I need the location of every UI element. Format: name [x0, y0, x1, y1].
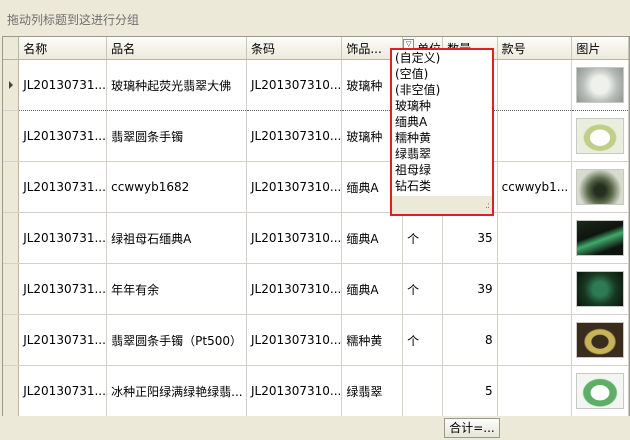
- cell-product[interactable]: 绿祖母石缅典A: [106, 212, 247, 264]
- row-indicator[interactable]: [3, 365, 20, 417]
- cell-image[interactable]: [571, 161, 629, 213]
- cell-unit[interactable]: [402, 365, 444, 417]
- cell-model[interactable]: [497, 59, 573, 111]
- resize-grip-icon[interactable]: .:: [485, 201, 490, 211]
- table-row[interactable]: JL20130731... ccwwyb1682 JL201307310... …: [3, 161, 629, 213]
- cell-model[interactable]: [497, 110, 573, 162]
- grid-table: 名称 品名 条码 饰品... ▽ 单位 数量 款号 图片 JL20130731.…: [3, 37, 629, 417]
- product-thumbnail: [576, 220, 625, 256]
- table-row[interactable]: JL20130731... 年年有余 JL201307310... 缅典A 个 …: [3, 263, 629, 315]
- cell-name[interactable]: JL20130731...: [18, 59, 108, 111]
- cell-image[interactable]: [571, 263, 629, 315]
- cell-name[interactable]: JL20130731...: [18, 314, 108, 366]
- table-row[interactable]: JL20130731... 翡翠圆条手镯（Pt500） JL201307310.…: [3, 314, 629, 366]
- group-by-hint: 拖动列标题到这进行分组: [7, 13, 140, 27]
- table-row[interactable]: JL20130731... 玻璃种起荧光翡翠大佛 JL201307310... …: [3, 59, 629, 111]
- cell-barcode[interactable]: JL201307310...: [246, 365, 343, 417]
- product-thumbnail: [576, 67, 625, 103]
- cell-image[interactable]: [571, 365, 629, 417]
- row-indicator[interactable]: [3, 110, 20, 162]
- cell-barcode[interactable]: JL201307310...: [246, 110, 343, 162]
- filter-option-nonblanks[interactable]: (非空值): [392, 82, 492, 98]
- cell-name[interactable]: JL20130731...: [18, 110, 108, 162]
- cell-type[interactable]: 糯种黄: [341, 314, 404, 366]
- cell-product[interactable]: 年年有余: [106, 263, 247, 315]
- cell-type[interactable]: 缅典A: [341, 263, 404, 315]
- cell-image[interactable]: [571, 212, 629, 264]
- cell-name[interactable]: JL20130731...: [18, 212, 108, 264]
- data-grid[interactable]: 名称 品名 条码 饰品... ▽ 单位 数量 款号 图片 JL20130731.…: [2, 36, 630, 418]
- cell-model[interactable]: [497, 212, 573, 264]
- table-row[interactable]: JL20130731... 翡翠圆条手镯 JL201307310... 玻璃种 …: [3, 110, 629, 162]
- cell-product[interactable]: ccwwyb1682: [106, 161, 247, 213]
- cell-quantity[interactable]: 39: [442, 263, 498, 315]
- cell-quantity[interactable]: 8: [442, 314, 498, 366]
- cell-product[interactable]: 翡翠圆条手镯（Pt500）: [106, 314, 247, 366]
- cell-unit[interactable]: 个: [402, 212, 444, 264]
- row-indicator[interactable]: [3, 212, 20, 264]
- group-by-panel[interactable]: 拖动列标题到这进行分组: [0, 0, 630, 36]
- filter-option-value[interactable]: 钻石类: [392, 178, 492, 194]
- cell-quantity[interactable]: 5: [442, 365, 498, 417]
- cell-barcode[interactable]: JL201307310...: [246, 212, 343, 264]
- filter-option-value[interactable]: 绿翡翠: [392, 146, 492, 162]
- grid-footer: 合计=...: [0, 416, 630, 440]
- cell-image[interactable]: [571, 59, 629, 111]
- filter-option-value[interactable]: 缅典A: [392, 114, 492, 130]
- cell-model[interactable]: [497, 263, 573, 315]
- filter-option-value[interactable]: 祖母绿: [392, 162, 492, 178]
- column-header-name[interactable]: 名称: [18, 37, 108, 60]
- row-indicator[interactable]: [3, 161, 20, 213]
- cell-product[interactable]: 翡翠圆条手镯: [106, 110, 247, 162]
- sum-button[interactable]: 合计=...: [444, 418, 500, 438]
- cell-product[interactable]: 玻璃种起荧光翡翠大佛: [106, 59, 247, 111]
- current-row-arrow-icon: [9, 81, 13, 89]
- product-thumbnail: [576, 118, 625, 154]
- filter-option-value[interactable]: 玻璃种: [392, 98, 492, 114]
- filter-option-blanks[interactable]: (空值): [392, 66, 492, 82]
- column-header-barcode[interactable]: 条码: [246, 37, 343, 60]
- cell-model[interactable]: [497, 314, 573, 366]
- cell-barcode[interactable]: JL201307310...: [246, 314, 343, 366]
- column-header-model[interactable]: 款号: [497, 37, 573, 60]
- column-header-product[interactable]: 品名: [106, 37, 247, 60]
- cell-model[interactable]: ccwwyb1...: [497, 161, 573, 213]
- column-header-image[interactable]: 图片: [571, 37, 629, 60]
- table-row[interactable]: JL20130731... 绿祖母石缅典A JL201307310... 缅典A…: [3, 212, 629, 264]
- row-indicator[interactable]: [3, 314, 20, 366]
- cell-name[interactable]: JL20130731...: [18, 365, 108, 417]
- row-indicator-header: [3, 37, 20, 60]
- product-thumbnail: [576, 169, 625, 205]
- cell-model[interactable]: [497, 365, 573, 417]
- cell-barcode[interactable]: JL201307310...: [246, 59, 343, 111]
- row-indicator[interactable]: [3, 59, 20, 111]
- header-row: 名称 品名 条码 饰品... ▽ 单位 数量 款号 图片: [3, 37, 629, 60]
- product-thumbnail: [576, 322, 625, 358]
- row-indicator[interactable]: [3, 263, 20, 315]
- dropdown-resize-bar: .:: [392, 196, 492, 214]
- cell-unit[interactable]: 个: [402, 314, 444, 366]
- cell-name[interactable]: JL20130731...: [18, 161, 108, 213]
- cell-product[interactable]: 冰种正阳绿满绿艳绿翡...: [106, 365, 247, 417]
- cell-unit[interactable]: 个: [402, 263, 444, 315]
- cell-type[interactable]: 绿翡翠: [341, 365, 404, 417]
- cell-barcode[interactable]: JL201307310...: [246, 263, 343, 315]
- table-row[interactable]: JL20130731... 冰种正阳绿满绿艳绿翡... JL201307310.…: [3, 365, 629, 417]
- filter-option-custom[interactable]: (自定义): [392, 50, 492, 66]
- filter-option-value[interactable]: 糯种黄: [392, 130, 492, 146]
- cell-image[interactable]: [571, 314, 629, 366]
- filter-dropdown[interactable]: (自定义) (空值) (非空值) 玻璃种 缅典A 糯种黄 绿翡翠 祖母绿 钻石类…: [390, 48, 494, 216]
- product-thumbnail: [576, 271, 625, 307]
- product-thumbnail: [576, 373, 625, 409]
- cell-barcode[interactable]: JL201307310...: [246, 161, 343, 213]
- cell-quantity[interactable]: 35: [442, 212, 498, 264]
- cell-image[interactable]: [571, 110, 629, 162]
- cell-name[interactable]: JL20130731...: [18, 263, 108, 315]
- cell-type[interactable]: 缅典A: [341, 212, 404, 264]
